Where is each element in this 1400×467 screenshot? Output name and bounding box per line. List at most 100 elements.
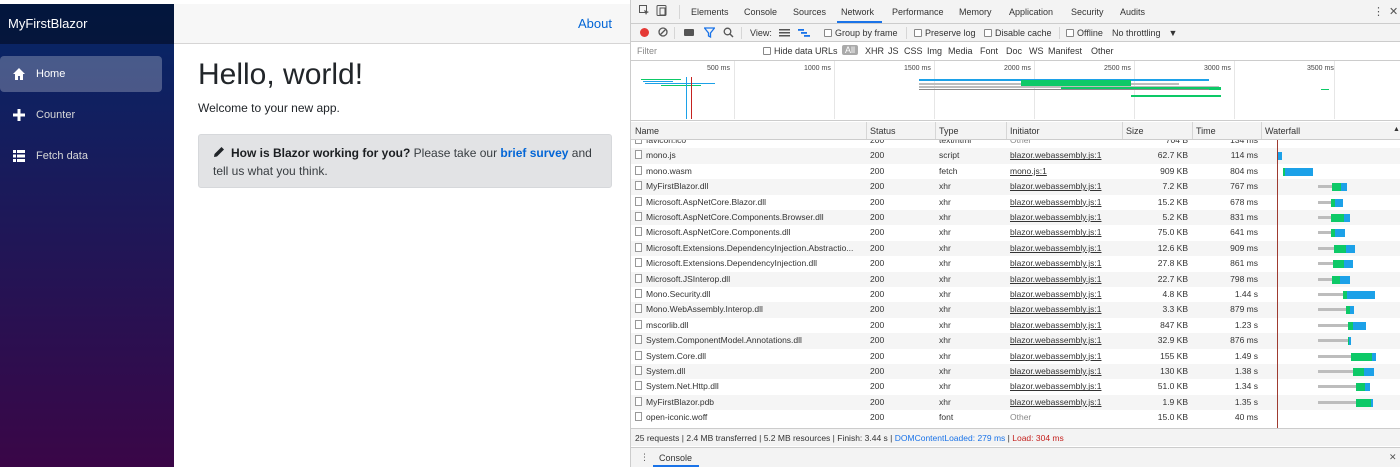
request-initiator[interactable]: blazor.webassembly.js:1 — [1010, 302, 1120, 317]
column-initiator[interactable]: Initiator — [1010, 126, 1040, 136]
tab-audits[interactable]: Audits — [1120, 7, 1145, 17]
more-options-icon[interactable]: ⋮ — [1373, 5, 1384, 18]
type-filter-media[interactable]: Media — [948, 46, 973, 56]
brand-title[interactable]: MyFirstBlazor — [0, 4, 174, 44]
type-filter-other[interactable]: Other — [1091, 46, 1114, 56]
table-row[interactable]: mono.js 200 script blazor.webassembly.js:1 6… — [631, 148, 1400, 164]
tab-application[interactable]: Application — [1009, 7, 1053, 17]
table-row[interactable]: MyFirstBlazor.dll 200 xhr blazor.webassembl… — [631, 179, 1400, 195]
record-icon[interactable] — [640, 28, 649, 37]
nav-item-home[interactable]: Home — [0, 56, 162, 92]
preserve-log-checkbox[interactable]: Preserve log — [914, 28, 976, 38]
table-row[interactable]: System.dll 200 xhr blazor.webassembly.js:1 1… — [631, 364, 1400, 380]
drawer-menu-icon[interactable]: ⋮ — [640, 452, 649, 463]
screenshot-icon[interactable] — [684, 29, 694, 36]
type-filter-img[interactable]: Img — [927, 46, 942, 56]
disable-cache-label: Disable cache — [995, 28, 1052, 38]
request-initiator[interactable]: mono.js:1 — [1010, 164, 1120, 179]
table-row[interactable]: mono.wasm 200 fetch mono.js:1 909 KB 804 ms — [631, 164, 1400, 179]
request-initiator[interactable]: blazor.webassembly.js:1 — [1010, 195, 1120, 210]
throttling-select[interactable]: No throttling ▼ — [1112, 28, 1177, 38]
nav-label-fetch-data: Fetch data — [36, 150, 88, 162]
network-overview[interactable]: 500 ms 1000 ms 1500 ms 2000 ms 2500 ms 3… — [631, 61, 1400, 121]
sort-up-icon[interactable]: ▲ — [1393, 126, 1400, 133]
column-waterfall[interactable]: Waterfall — [1265, 126, 1300, 136]
request-initiator[interactable]: blazor.webassembly.js:1 — [1010, 395, 1120, 410]
column-time[interactable]: Time — [1196, 126, 1216, 136]
tab-sources[interactable]: Sources — [793, 7, 826, 17]
tab-security[interactable]: Security — [1071, 7, 1104, 17]
type-filter-manifest[interactable]: Manifest — [1048, 46, 1082, 56]
device-toolbar-icon[interactable] — [656, 5, 667, 18]
table-row[interactable]: Microsoft.Extensions.DependencyInjection… — [631, 240, 1400, 257]
request-initiator[interactable]: Other — [1010, 410, 1120, 425]
group-by-frame-checkbox[interactable]: Group by frame — [824, 28, 898, 38]
request-initiator[interactable]: blazor.webassembly.js:1 — [1010, 287, 1120, 302]
column-size[interactable]: Size — [1126, 126, 1144, 136]
table-row[interactable]: System.Net.Http.dll 200 xhr blazor.webassem… — [631, 379, 1400, 394]
table-row[interactable]: favicon.ico 200 text/html Other 704 B 134 ms — [631, 140, 1400, 148]
close-devtools-icon[interactable]: ✕ — [1389, 5, 1398, 18]
table-row[interactable]: Microsoft.JSInterop.dll 200 xhr blazor.weba… — [631, 271, 1400, 287]
request-initiator[interactable]: blazor.webassembly.js:1 — [1010, 272, 1120, 287]
request-initiator[interactable]: blazor.webassembly.js:1 — [1010, 349, 1120, 364]
hide-data-urls-checkbox[interactable]: Hide data URLs — [763, 46, 838, 56]
overview-icon[interactable] — [798, 29, 810, 39]
table-row[interactable]: Microsoft.AspNetCore.Components.Browser.… — [631, 210, 1400, 226]
column-type[interactable]: Type — [939, 126, 959, 136]
overview-tick: 1000 ms — [804, 65, 831, 72]
tab-performance[interactable]: Performance — [892, 7, 944, 17]
tab-network[interactable]: Network — [841, 7, 874, 17]
request-initiator[interactable]: blazor.webassembly.js:1 — [1010, 148, 1120, 163]
disable-cache-checkbox[interactable]: Disable cache — [984, 28, 1052, 38]
table-row[interactable]: Mono.WebAssembly.Interop.dll 200 xhr blazor… — [631, 302, 1400, 318]
tab-elements[interactable]: Elements — [691, 7, 729, 17]
table-row[interactable]: open-iconic.woff 200 font Other 15.0 KB 40 ms — [631, 410, 1400, 425]
type-filter-ws[interactable]: WS — [1029, 46, 1044, 56]
tab-memory[interactable]: Memory — [959, 7, 992, 17]
large-rows-icon[interactable] — [779, 29, 790, 39]
table-row[interactable]: Microsoft.Extensions.DependencyInjection… — [631, 256, 1400, 271]
table-row[interactable]: System.Core.dll 200 xhr blazor.webassembly.… — [631, 349, 1400, 364]
offline-checkbox[interactable]: Offline — [1066, 28, 1103, 38]
drawer-tab-console[interactable]: Console — [659, 453, 692, 463]
request-initiator[interactable]: blazor.webassembly.js:1 — [1010, 333, 1120, 348]
table-row[interactable]: mscorlib.dll 200 xhr blazor.webassembly.js:… — [631, 318, 1400, 333]
about-link[interactable]: About — [578, 16, 612, 31]
filter-icon[interactable] — [703, 27, 716, 40]
request-name: favicon.ico — [646, 140, 687, 145]
request-initiator[interactable]: blazor.webassembly.js:1 — [1010, 210, 1120, 225]
request-initiator[interactable]: blazor.webassembly.js:1 — [1010, 379, 1120, 394]
search-icon[interactable] — [723, 27, 734, 40]
table-row[interactable]: Microsoft.AspNetCore.Components.dll 200 xh… — [631, 225, 1400, 240]
request-initiator[interactable]: blazor.webassembly.js:1 — [1010, 256, 1120, 271]
table-row[interactable]: Microsoft.AspNetCore.Blazor.dll 200 xhr bla… — [631, 195, 1400, 210]
nav-item-fetch-data[interactable]: Fetch data — [0, 138, 162, 174]
nav-item-counter[interactable]: Counter — [0, 97, 162, 133]
clear-icon[interactable] — [658, 27, 668, 39]
close-drawer-icon[interactable]: ✕ — [1389, 452, 1397, 463]
type-filter-css[interactable]: CSS — [904, 46, 923, 56]
request-initiator[interactable]: blazor.webassembly.js:1 — [1010, 318, 1120, 333]
table-row[interactable]: MyFirstBlazor.pdb 200 xhr blazor.webassembl… — [631, 394, 1400, 411]
type-filter-xhr[interactable]: XHR — [865, 46, 884, 56]
request-initiator[interactable]: Other — [1010, 140, 1120, 148]
waterfall-waiting — [1318, 339, 1348, 343]
survey-link[interactable]: brief survey — [500, 146, 568, 160]
request-initiator[interactable]: blazor.webassembly.js:1 — [1010, 241, 1120, 256]
request-initiator[interactable]: blazor.webassembly.js:1 — [1010, 179, 1120, 194]
type-filter-all[interactable]: All — [842, 45, 859, 55]
column-name[interactable]: Name — [635, 126, 659, 136]
table-row[interactable]: Mono.Security.dll 200 xhr blazor.webassembl… — [631, 287, 1400, 302]
request-initiator[interactable]: blazor.webassembly.js:1 — [1010, 364, 1120, 379]
tab-console[interactable]: Console — [744, 7, 777, 17]
waterfall-download — [1364, 368, 1374, 376]
filter-input[interactable]: Filter — [637, 46, 657, 56]
type-filter-doc[interactable]: Doc — [1006, 46, 1022, 56]
inspect-icon[interactable] — [639, 5, 650, 18]
type-filter-font[interactable]: Font — [980, 46, 998, 56]
type-filter-js[interactable]: JS — [888, 46, 899, 56]
table-row[interactable]: System.ComponentModel.Annotations.dll 200… — [631, 333, 1400, 349]
request-initiator[interactable]: blazor.webassembly.js:1 — [1010, 225, 1120, 240]
column-status[interactable]: Status — [870, 126, 896, 136]
